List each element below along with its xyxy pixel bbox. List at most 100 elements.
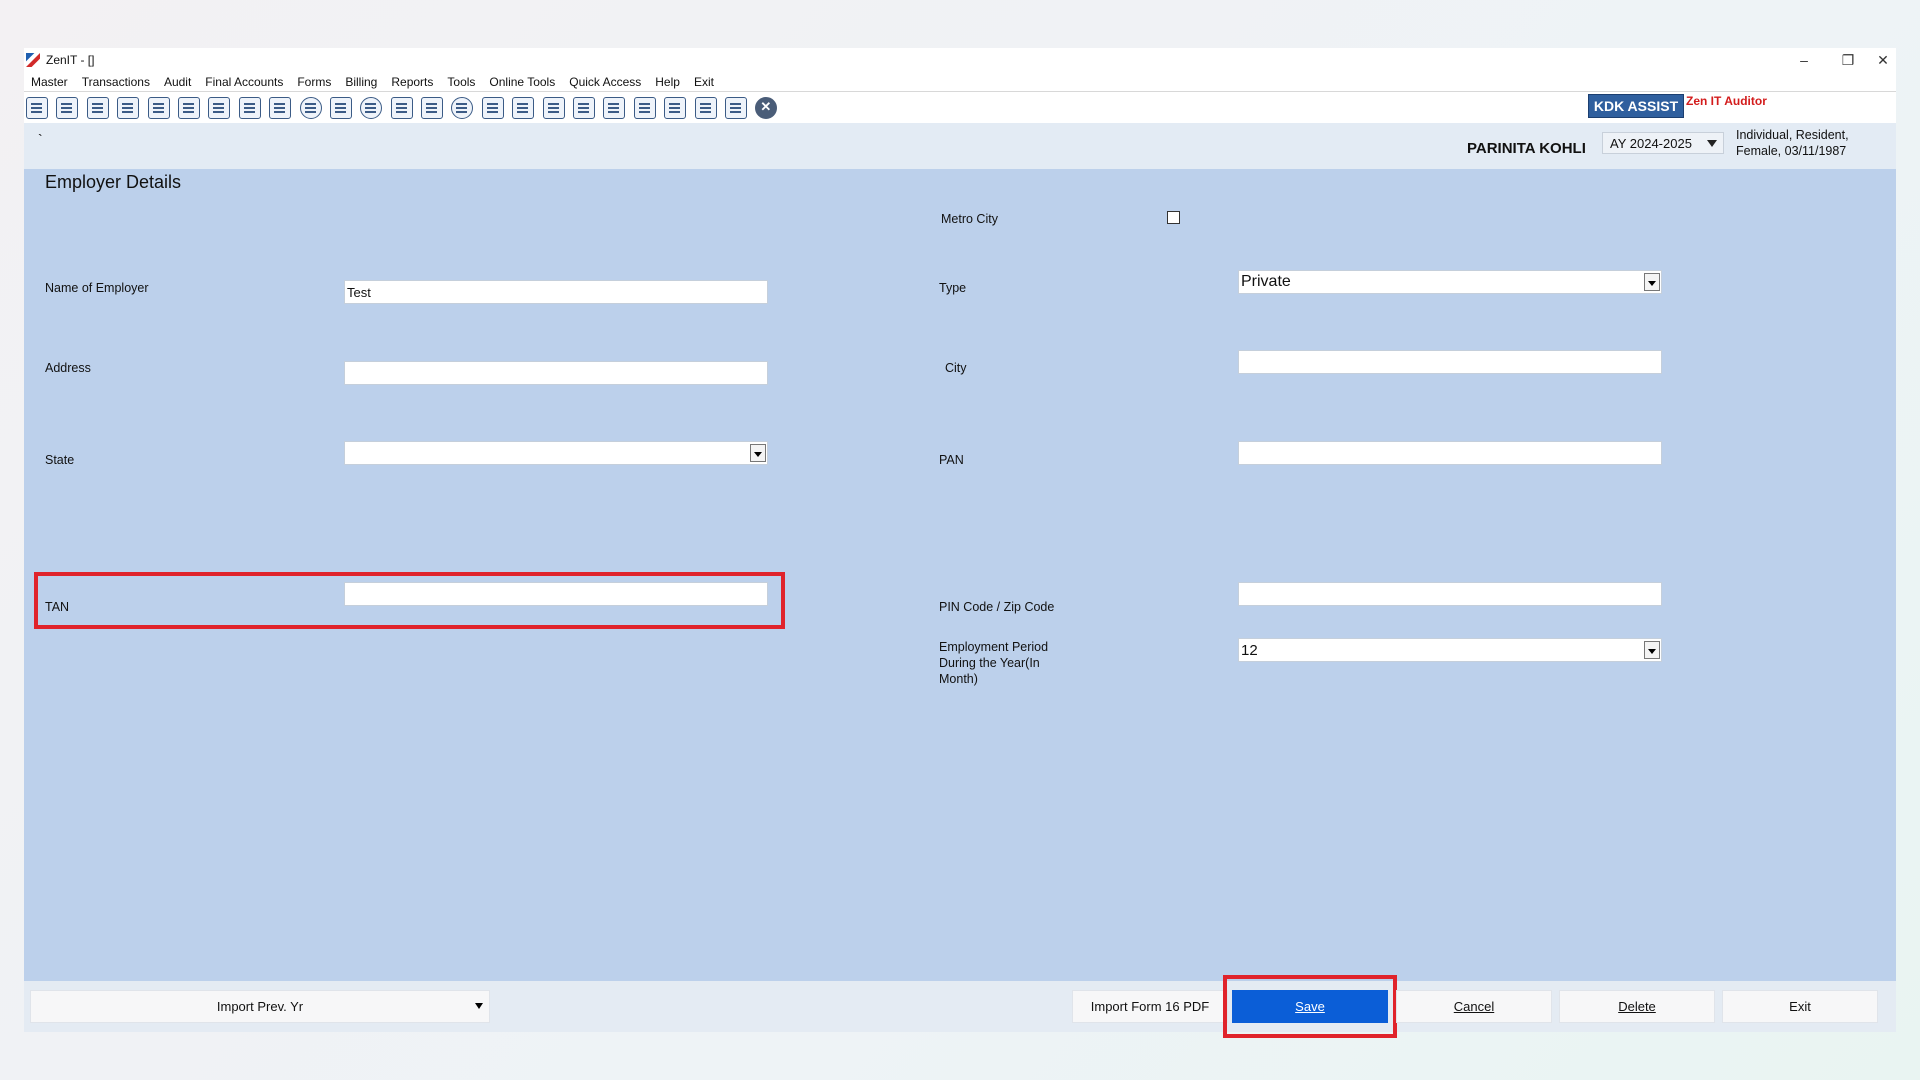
pan-label: PAN	[939, 453, 964, 467]
delete-button[interactable]: Delete	[1559, 990, 1715, 1023]
product-name: Zen IT Auditor	[1686, 94, 1767, 108]
gift-icon[interactable]	[147, 97, 170, 119]
book-icon[interactable]	[421, 97, 444, 119]
pie-chart-icon[interactable]	[360, 97, 383, 119]
pin-code-label: PIN Code / Zip Code	[939, 600, 1055, 614]
search-doc-icon[interactable]	[512, 97, 535, 119]
chevron-down-icon	[1707, 140, 1717, 147]
menu-bar: Master Transactions Audit Final Accounts…	[24, 72, 1896, 92]
city-label: City	[945, 361, 967, 375]
exit-button[interactable]: Exit	[1722, 990, 1878, 1023]
employment-period-label-line3: Month)	[939, 672, 978, 686]
person-desc-line1: Individual, Resident,	[1736, 128, 1849, 142]
assessment-year-value: AY 2024-2025	[1610, 135, 1692, 151]
menu-transactions[interactable]: Transactions	[75, 75, 157, 89]
menu-final-accounts[interactable]: Final Accounts	[198, 75, 290, 89]
3cd-icon[interactable]	[694, 97, 717, 119]
home-icon[interactable]	[56, 97, 79, 119]
app-window: ZenIT - [] – ❐ ✕ Master Transactions Aud…	[24, 48, 1896, 1038]
employment-period-value: 12	[1241, 641, 1258, 659]
info-icon[interactable]	[451, 97, 474, 119]
menu-billing[interactable]: Billing	[338, 75, 384, 89]
report-icon[interactable]	[26, 97, 48, 119]
window-title: ZenIT - []	[46, 53, 95, 67]
close-circle-icon[interactable]	[755, 97, 778, 119]
people-icon[interactable]	[177, 97, 200, 119]
kdk-assist-button[interactable]: KDK ASSIST	[1588, 94, 1684, 118]
import-prev-yr-label: Import Prev. Yr	[216, 999, 304, 1014]
tan-input[interactable]	[344, 582, 768, 606]
menu-exit[interactable]: Exit	[687, 75, 721, 89]
menu-tools[interactable]: Tools	[440, 75, 482, 89]
restore-button[interactable]: ❐	[1826, 48, 1870, 72]
employment-period-label-line2: During the Year(In	[939, 656, 1040, 670]
menu-quick-access[interactable]: Quick Access	[562, 75, 648, 89]
chevron-down-icon[interactable]	[1644, 641, 1660, 659]
chevron-down-icon[interactable]	[750, 444, 766, 462]
calendar-icon[interactable]	[542, 97, 565, 119]
type-label: Type	[939, 281, 967, 295]
chevron-down-icon[interactable]	[1644, 273, 1660, 291]
cancel-button[interactable]: Cancel	[1396, 990, 1552, 1023]
save-label: Save	[1295, 999, 1325, 1014]
menu-online-tools[interactable]: Online Tools	[482, 75, 562, 89]
state-label: State	[45, 453, 75, 467]
tan-label: TAN	[45, 600, 70, 614]
employment-period-label: Employment Period During the Year(In Mon…	[939, 639, 1048, 687]
cancel-label: Cancel	[1453, 999, 1495, 1014]
refresh-icon[interactable]	[603, 97, 626, 119]
chevron-down-icon	[475, 1003, 483, 1009]
funnel-icon[interactable]	[238, 97, 261, 119]
person-name: PARINITA KOHLI	[1467, 140, 1586, 157]
title-bar: ZenIT - [] – ❐ ✕	[24, 48, 1896, 72]
menu-forms[interactable]: Forms	[290, 75, 338, 89]
metro-city-checkbox[interactable]	[1167, 211, 1180, 224]
name-of-employer-value: Test	[347, 284, 371, 300]
bank-icon[interactable]	[664, 97, 687, 119]
gavel-icon[interactable]	[208, 97, 231, 119]
state-select[interactable]	[344, 441, 768, 465]
name-of-employer-input[interactable]: Test	[344, 280, 768, 304]
minimize-button[interactable]: –	[1782, 48, 1826, 72]
address-input[interactable]	[344, 361, 768, 385]
import-prev-yr-button[interactable]: Import Prev. Yr	[30, 990, 490, 1023]
shield-icon[interactable]	[573, 97, 596, 119]
info-bar: ` PARINITA KOHLI AY 2024-2025 Individual…	[24, 123, 1896, 169]
footer-bar: Import Prev. Yr Import Form 16 PDF Save …	[24, 975, 1896, 1038]
menu-help[interactable]: Help	[648, 75, 687, 89]
employer-form: Employer Details Metro City Name of Empl…	[24, 169, 1896, 981]
address-label: Address	[45, 361, 91, 375]
pin-code-input[interactable]	[1238, 582, 1662, 606]
menu-master[interactable]: Master	[24, 75, 75, 89]
calculator-icon[interactable]	[329, 97, 352, 119]
save-button[interactable]: Save	[1232, 990, 1388, 1023]
employment-period-label-line1: Employment Period	[939, 640, 1049, 654]
bar-chart-icon[interactable]	[117, 97, 140, 119]
page-title: Employer Details	[45, 172, 182, 192]
city-input[interactable]	[1238, 350, 1662, 374]
document-icon[interactable]	[724, 97, 747, 119]
type-value: Private	[1241, 273, 1291, 290]
disc-icon[interactable]	[299, 97, 322, 119]
bs-icon[interactable]	[633, 97, 656, 119]
import-form16-label: Import Form 16 PDF	[1090, 999, 1210, 1014]
pay-icon[interactable]	[390, 97, 413, 119]
import-form16-button[interactable]: Import Form 16 PDF	[1072, 990, 1228, 1023]
menu-reports[interactable]: Reports	[384, 75, 440, 89]
form-icon[interactable]	[481, 97, 504, 119]
app-logo-icon	[26, 53, 40, 67]
menu-audit[interactable]: Audit	[157, 75, 198, 89]
exit-label: Exit	[1789, 999, 1811, 1014]
person-description: Individual, Resident, Female, 03/11/1987	[1736, 127, 1849, 159]
person-desc-line2: Female, 03/11/1987	[1736, 144, 1847, 158]
type-select[interactable]: Private	[1238, 270, 1662, 294]
employment-period-select[interactable]: 12	[1238, 638, 1662, 662]
close-window-button[interactable]: ✕	[1870, 48, 1896, 72]
pan-input[interactable]	[1238, 441, 1662, 465]
delete-label: Delete	[1618, 999, 1656, 1014]
building-icon[interactable]	[86, 97, 109, 119]
metro-city-label: Metro City	[941, 212, 998, 226]
tax-icon[interactable]	[269, 97, 292, 119]
assessment-year-select[interactable]: AY 2024-2025	[1602, 132, 1724, 154]
marker-text: `	[38, 131, 43, 147]
